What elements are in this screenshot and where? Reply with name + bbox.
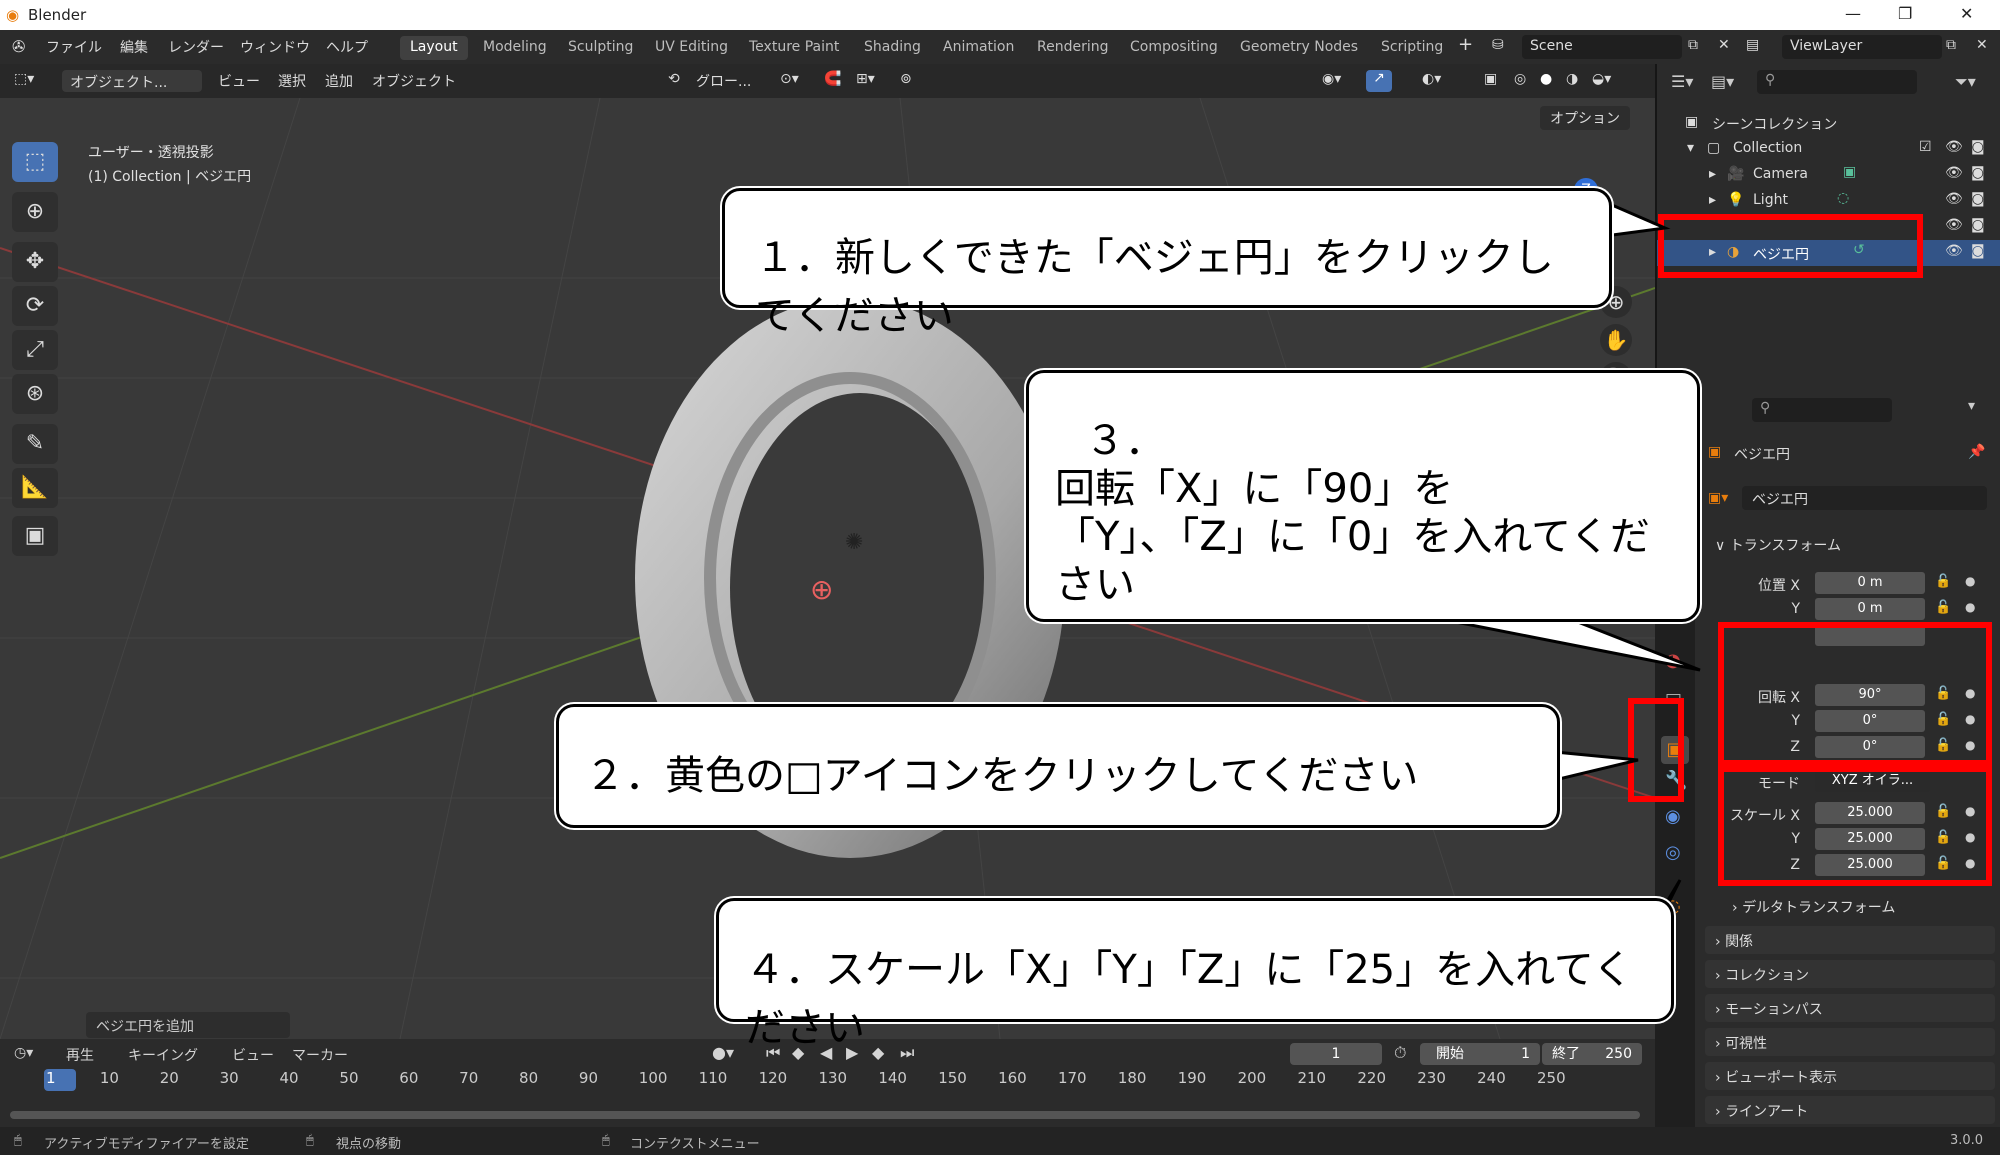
blender-logo-icon: ◉ bbox=[6, 6, 20, 24]
callout-3-line-3: 「Y」、「Z」に「0」を入れてください bbox=[1055, 514, 1650, 608]
callout-step-4: ４．スケール「X」「Y」「Z」に「25」を入れてください bbox=[716, 898, 1674, 1051]
maximize-button[interactable]: ❐ bbox=[1898, 4, 1912, 23]
status-left-text: アクティブモディファイアーを設定 bbox=[44, 1137, 249, 1152]
version-text: 3.0.0 bbox=[1950, 1133, 1984, 1148]
callout-3-line-1: ３． bbox=[1085, 418, 1165, 464]
status-right-text: コンテクストメニュー bbox=[630, 1137, 760, 1152]
status-middle-text: 視点の移動 bbox=[336, 1137, 402, 1152]
minimize-button[interactable]: — bbox=[1845, 4, 1861, 23]
window-title: Blender bbox=[28, 6, 87, 24]
mouse-middle-icon: 🖱 bbox=[306, 1133, 314, 1148]
blender-app: ✇ ファイル 編集 レンダー ウィンドウ ヘルプ Layout Modeling… bbox=[0, 30, 2000, 1155]
close-button[interactable]: ✕ bbox=[1960, 4, 1973, 23]
status-bar: 🖱 アクティブモディファイアーを設定 🖱 視点の移動 🖱 コンテクストメニュー … bbox=[0, 1127, 2000, 1155]
callout-2-text: ２．黄色の□アイコンをクリックしてください bbox=[585, 753, 1419, 799]
callout-3-line-2: 回転「X」に「90」を bbox=[1055, 466, 1454, 512]
mouse-left-icon: 🖱 bbox=[14, 1133, 22, 1148]
callout-step-1: １．新しくできた「ベジェ円」をクリックしてください bbox=[722, 188, 1612, 339]
window-titlebar: ◉ Blender — ❐ ✕ bbox=[0, 0, 2000, 30]
callout-step-3: ３． 回転「X」に「90」を 「Y」、「Z」に「0」を入れてください bbox=[1026, 370, 1700, 622]
mouse-right-icon: 🖱 bbox=[602, 1133, 610, 1148]
callout-step-2: ２．黄色の□アイコンをクリックしてください bbox=[556, 704, 1560, 828]
